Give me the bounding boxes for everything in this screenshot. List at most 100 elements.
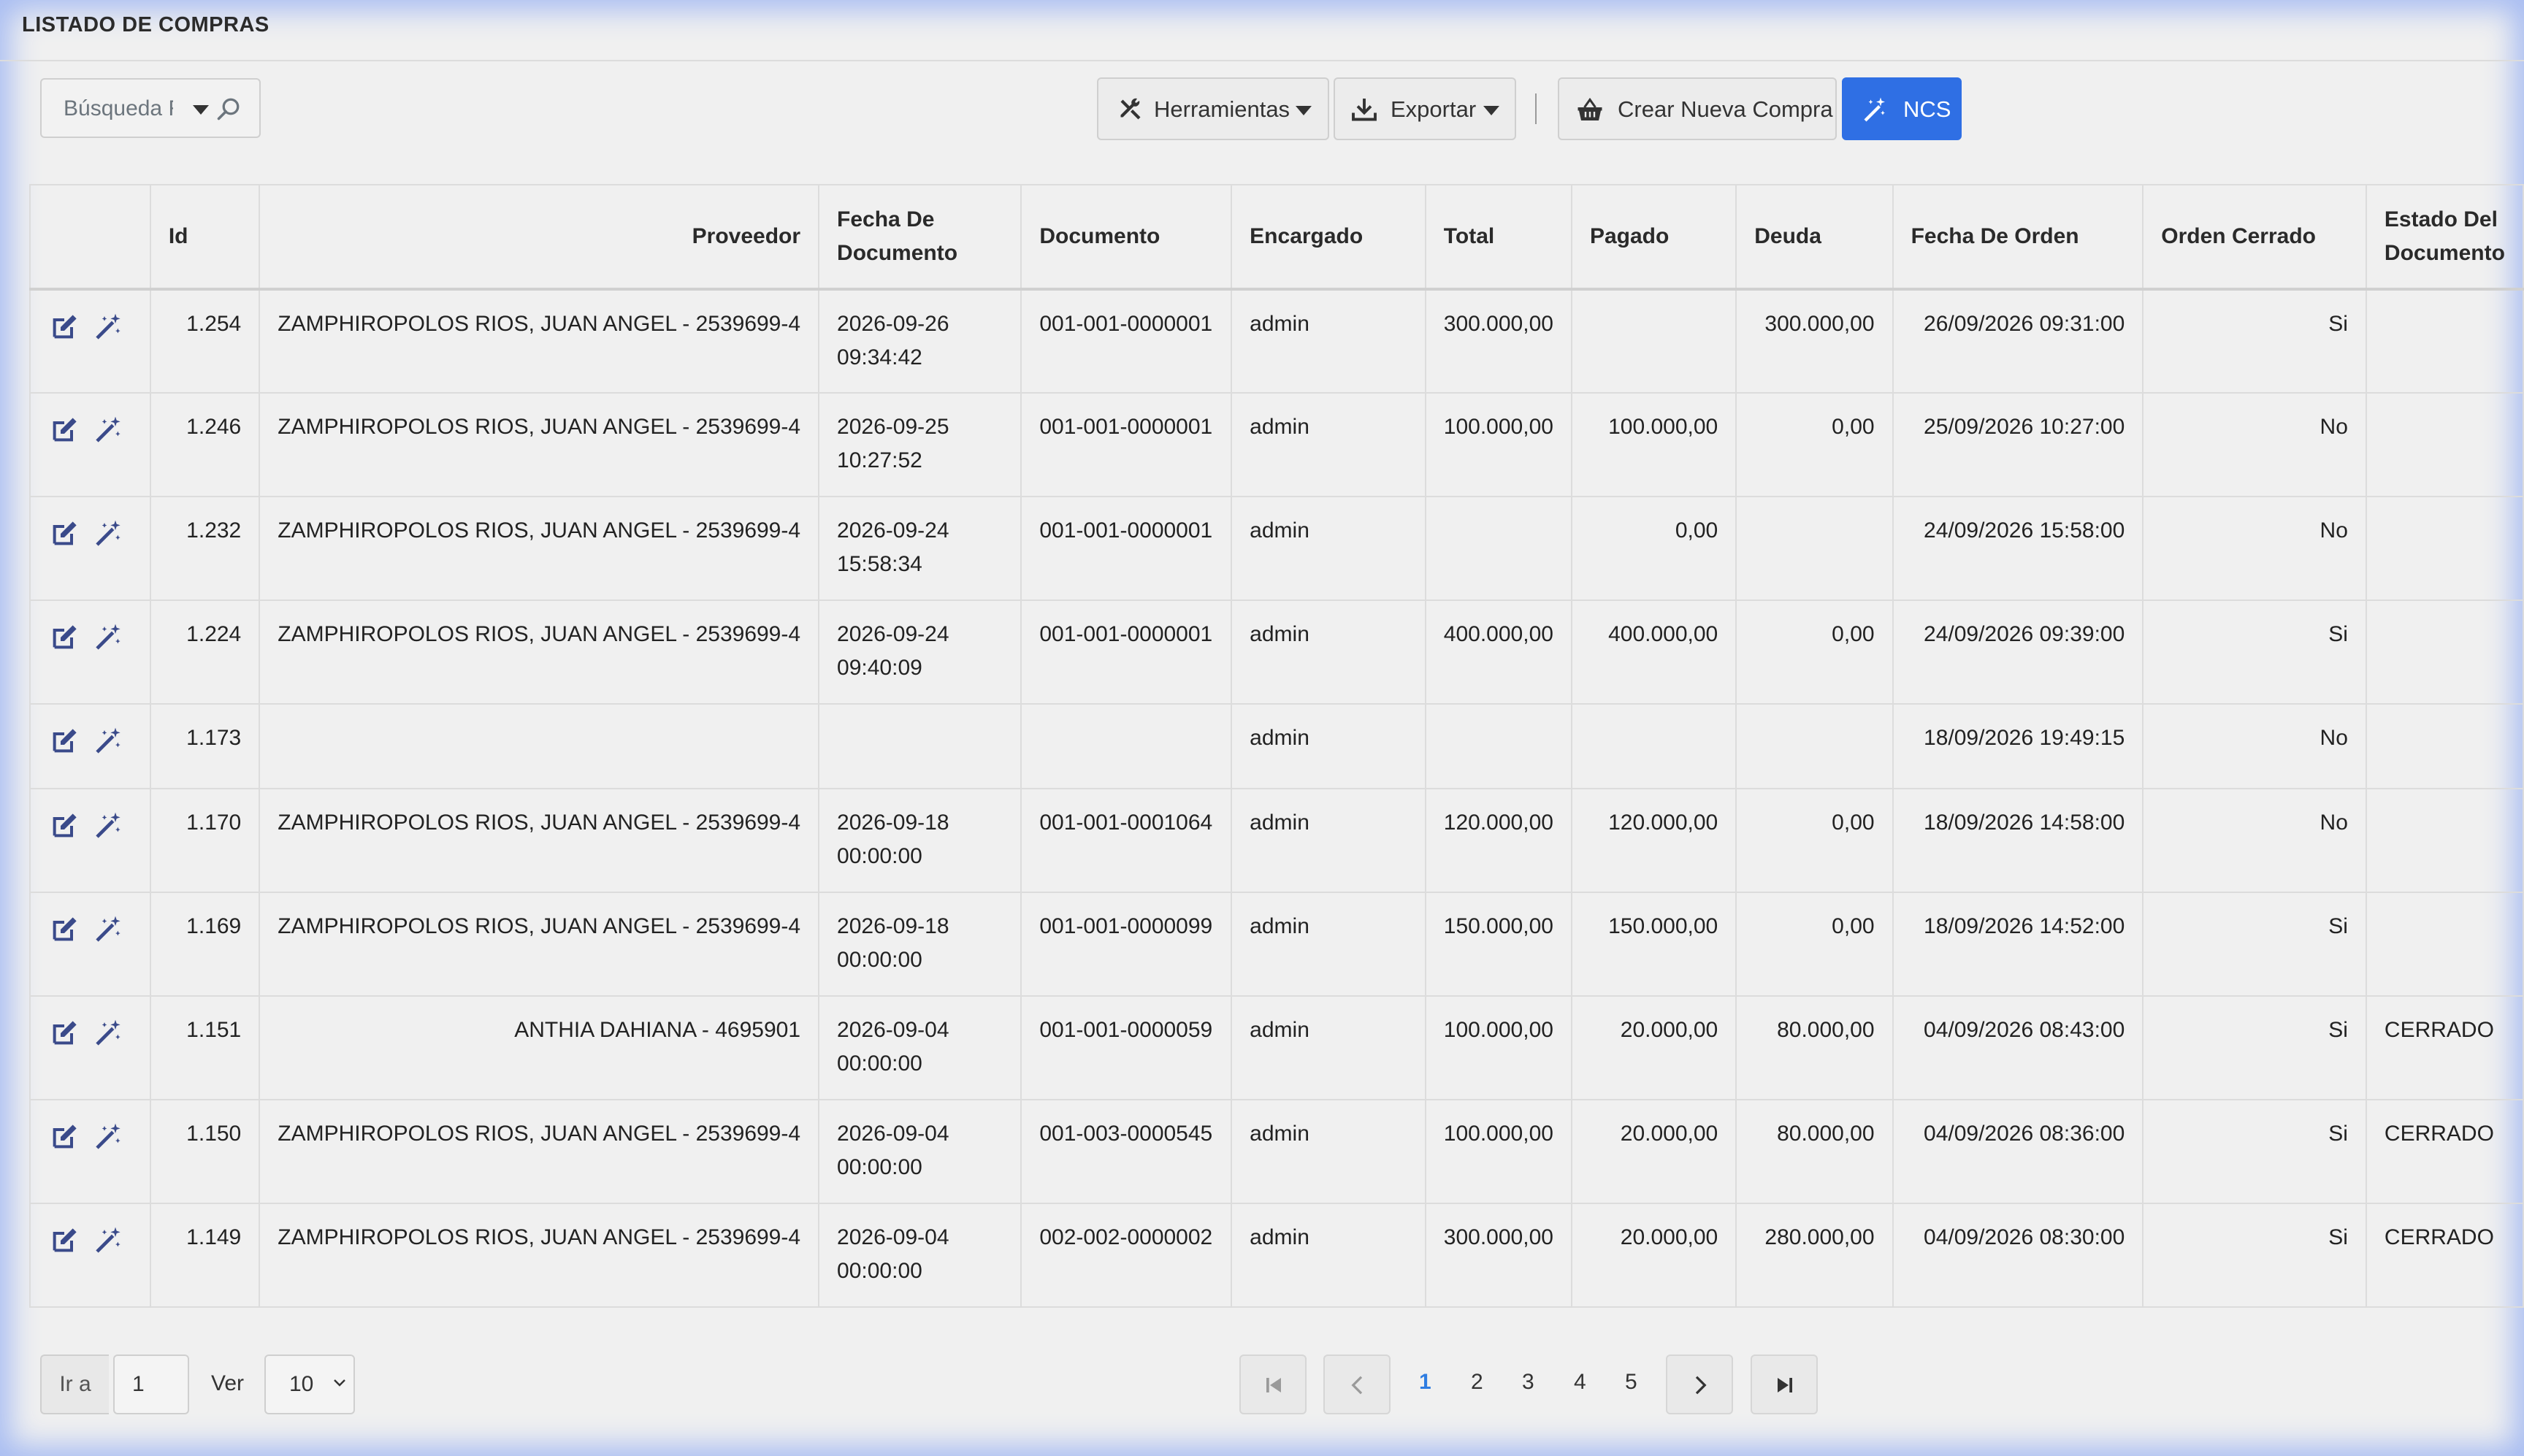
col-encargado-header[interactable]: Encargado [1231,184,1426,291]
magic-wand-icon[interactable] [93,1226,126,1258]
edit-icon[interactable] [50,313,82,345]
edit-icon[interactable] [50,1226,82,1258]
table-row: 1.149 ZAMPHIROPOLOS RIOS, JUAN ANGEL - 25… [29,1203,2524,1308]
cell-total: 400.000,00 [1424,599,1572,705]
create-purchase-label: Crear Nueva Compra [1618,96,1833,122]
page-title: LISTADO DE COMPRAS [22,13,269,37]
row-actions [29,288,151,394]
cell-total: 150.000,00 [1424,892,1572,997]
magic-wand-icon[interactable] [93,623,126,655]
cell-proveedor: ZAMPHIROPOLOS RIOS, JUAN ANGEL - 2539699… [259,288,820,394]
cell-orden-cerrado: No [2142,703,2367,789]
col-proveedor-header[interactable]: Proveedor [259,184,820,291]
col-deuda-header[interactable]: Deuda [1735,184,1894,291]
create-purchase-button[interactable]: Crear Nueva Compra [1558,77,1837,140]
ncs-button[interactable]: NCS [1842,77,1962,140]
page-3-link[interactable]: 3 [1522,1370,1534,1395]
cell-fecha-documento [818,703,1022,789]
title-bar: LISTADO DE COMPRAS [0,0,2524,61]
tools-button[interactable]: Herramientas [1097,77,1329,140]
cell-proveedor: ZAMPHIROPOLOS RIOS, JUAN ANGEL - 2539699… [259,599,820,705]
col-orden-cerrado-header[interactable]: Orden Cerrado [2142,184,2367,291]
cell-pagado: 0,00 [1570,496,1737,601]
col-documento-header[interactable]: Documento [1020,184,1233,291]
prev-page-button[interactable] [1323,1355,1391,1414]
col-fecha-orden-header[interactable]: Fecha De Orden [1892,184,2144,291]
row-actions [29,892,151,997]
col-pagado-header[interactable]: Pagado [1570,184,1737,291]
cell-date: 2026-09-24 [837,518,949,543]
magic-wand-icon[interactable] [93,811,126,843]
chevron-right-icon [1695,1376,1707,1395]
cell-time: 00:00:00 [837,1259,922,1283]
row-actions [29,788,151,893]
next-page-button[interactable] [1666,1355,1733,1414]
search-input[interactable]: Búsqueda Rápida [40,78,261,138]
cell-orden-cerrado: Si [2142,1099,2367,1204]
magic-wand-icon[interactable] [93,519,126,551]
first-page-button[interactable] [1239,1355,1307,1414]
magic-wand-icon [1864,97,1885,122]
edit-icon[interactable] [50,1019,82,1051]
cell-encargado: admin [1231,1099,1426,1204]
cell-pagado [1570,288,1737,394]
magic-wand-icon[interactable] [93,313,126,345]
cell-estado [2365,788,2524,893]
edit-icon[interactable] [50,519,82,551]
ncs-label: NCS [1903,96,1951,122]
col-fecha-documento-header[interactable]: Fecha De Documento [818,184,1022,291]
cell-estado [2365,892,2524,997]
edit-icon[interactable] [50,1122,82,1154]
table-row: 1.151 ANTHIA DAHIANA - 4695901 2026-09-04 0… [29,995,2524,1100]
page-5-link[interactable]: 5 [1625,1370,1637,1395]
page-2-link[interactable]: 2 [1471,1370,1483,1395]
magic-wand-icon[interactable] [93,1122,126,1154]
edit-icon[interactable] [50,415,82,448]
app-frame: LISTADO DE COMPRAS Búsqueda Rápida Herra… [0,0,2524,1456]
edit-icon[interactable] [50,727,82,759]
cell-id: 1.149 [149,1203,261,1308]
chevron-down-icon[interactable] [193,105,209,115]
chevron-down-icon [334,1379,345,1387]
cell-fecha-documento: 2026-09-04 00:00:00 [818,995,1022,1100]
cell-proveedor: ZAMPHIROPOLOS RIOS, JUAN ANGEL - 2539699… [259,496,820,601]
row-actions [29,496,151,601]
per-page-value: 10 [289,1372,314,1396]
col-total-header[interactable]: Total [1424,184,1572,291]
cell-estado [2365,599,2524,705]
magic-wand-icon[interactable] [93,1019,126,1051]
last-page-button[interactable] [1751,1355,1818,1414]
cell-time: 00:00:00 [837,1155,922,1179]
chevron-down-icon [1296,106,1312,115]
export-button[interactable]: Exportar [1334,77,1516,140]
cell-fecha-orden: 04/09/2026 08:36:00 [1892,1099,2144,1204]
cell-estado [2365,392,2524,497]
cell-total: 120.000,00 [1424,788,1572,893]
cell-orden-cerrado: Si [2142,1203,2367,1308]
table-row: 1.170 ZAMPHIROPOLOS RIOS, JUAN ANGEL - 25… [29,788,2524,893]
search-icon[interactable] [215,96,242,122]
goto-page-label: Ir a [40,1355,109,1414]
cell-id: 1.151 [149,995,261,1100]
cell-orden-cerrado: Si [2142,599,2367,705]
page-1-link[interactable]: 1 [1419,1370,1431,1395]
goto-page-input[interactable]: 1 [113,1355,189,1414]
edit-icon[interactable] [50,915,82,947]
col-estado-header[interactable]: Estado Del Documento [2365,184,2524,291]
cell-fecha-orden: 25/09/2026 10:27:00 [1892,392,2144,497]
cell-id: 1.246 [149,392,261,497]
cell-deuda [1735,496,1894,601]
col-id-header[interactable]: Id [149,184,261,291]
edit-icon[interactable] [50,811,82,843]
magic-wand-icon[interactable] [93,727,126,759]
page-4-link[interactable]: 4 [1574,1370,1586,1395]
per-page-select[interactable]: 10 [264,1355,355,1414]
cell-encargado: admin [1231,995,1426,1100]
edit-icon[interactable] [50,623,82,655]
magic-wand-icon[interactable] [93,915,126,947]
cell-date: 2026-09-18 [837,914,949,938]
cell-id: 1.169 [149,892,261,997]
magic-wand-icon[interactable] [93,415,126,448]
cell-fecha-orden: 26/09/2026 09:31:00 [1892,288,2144,394]
cell-proveedor: ZAMPHIROPOLOS RIOS, JUAN ANGEL - 2539699… [259,1099,820,1204]
